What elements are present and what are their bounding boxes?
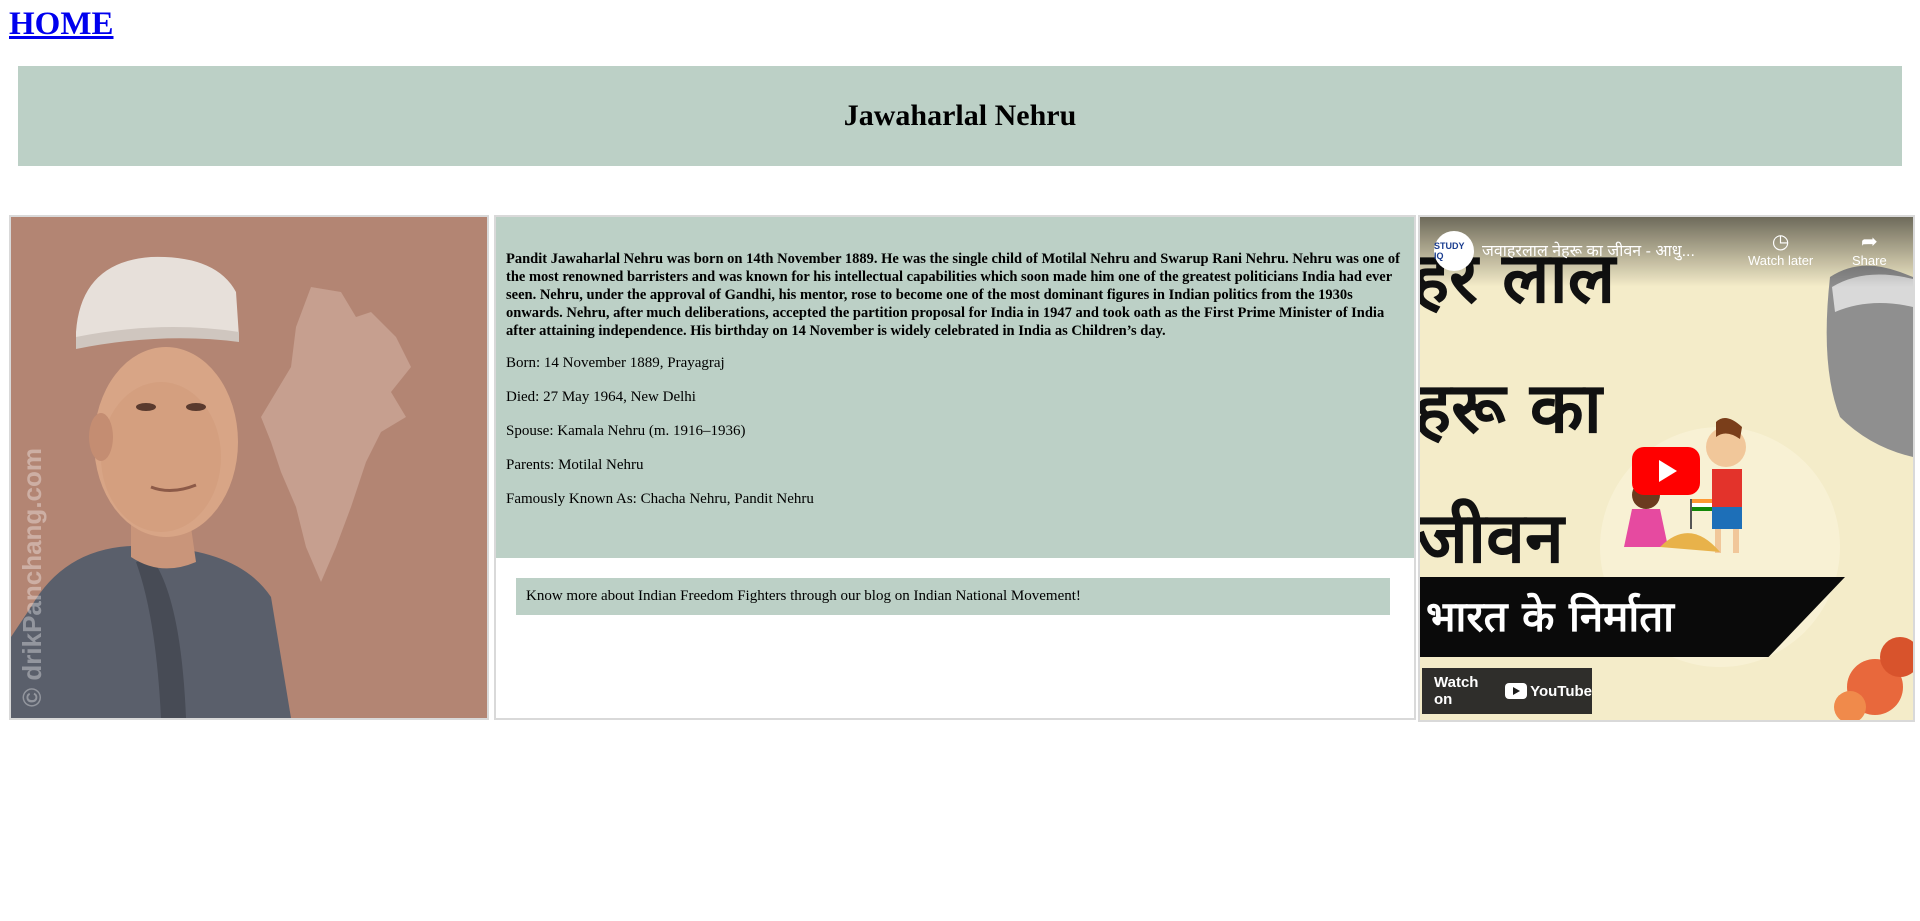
blog-link-button[interactable]: Know more about Indian Freedom Fighters … bbox=[516, 578, 1390, 615]
page-title: Jawaharlal Nehru bbox=[843, 99, 1077, 132]
play-button[interactable] bbox=[1632, 447, 1700, 495]
share-arrow-icon: ➦ bbox=[1860, 231, 1878, 253]
facts-list: Born: 14 November 1889, Prayagraj Died: … bbox=[506, 354, 1404, 508]
youtube-logo: YouTube bbox=[1505, 683, 1592, 700]
thumb-line-2: हरू का bbox=[1418, 367, 1602, 449]
content-row: © drikPanchang.com Pandit Jawaharlal Neh… bbox=[9, 215, 1915, 722]
fact-born: Born: 14 November 1889, Prayagraj bbox=[506, 355, 725, 371]
thumb-line-3: जीवन bbox=[1418, 497, 1564, 579]
play-icon bbox=[1659, 460, 1677, 482]
youtube-embed[interactable]: हर लाल हरू का जीवन भारत के निर्माता STUD… bbox=[1418, 215, 1915, 722]
fact-spouse: Spouse: Kamala Nehru (m. 1916–1936) bbox=[506, 423, 746, 439]
clock-icon: ◷ bbox=[1771, 231, 1790, 253]
watch-later-button[interactable]: ◷ Watch later bbox=[1748, 231, 1813, 268]
thumb-strip-text: भारत के निर्माता bbox=[1426, 592, 1675, 641]
channel-logo[interactable]: STUDY IQ bbox=[1434, 231, 1474, 271]
youtube-label: YouTube bbox=[1530, 682, 1592, 700]
nehru-portrait-image: © drikPanchang.com bbox=[9, 215, 489, 720]
home-link[interactable]: HOME bbox=[9, 6, 114, 43]
title-banner: Jawaharlal Nehru bbox=[18, 66, 1902, 166]
watch-on-label: Watch on bbox=[1434, 674, 1479, 708]
bio-paragraph: Pandit Jawaharlal Nehru was born on 14th… bbox=[506, 251, 1400, 339]
fact-known-as: Famously Known As: Chacha Nehru, Pandit … bbox=[506, 491, 814, 507]
portrait-illustration bbox=[11, 217, 487, 718]
watch-on-youtube-button[interactable]: Watch on YouTube bbox=[1422, 668, 1592, 714]
watch-later-label: Watch later bbox=[1748, 253, 1814, 268]
info-details: Pandit Jawaharlal Nehru was born on 14th… bbox=[496, 217, 1414, 558]
video-title[interactable]: जवाहरलाल नेहरू का जीवन - आधु... bbox=[1482, 239, 1695, 261]
youtube-play-icon bbox=[1505, 683, 1528, 699]
fact-parents: Parents: Motilal Nehru bbox=[506, 457, 644, 473]
photo-watermark: © drikPanchang.com bbox=[17, 448, 47, 707]
share-label: Share bbox=[1852, 253, 1887, 268]
info-panel: Pandit Jawaharlal Nehru was born on 14th… bbox=[494, 215, 1416, 720]
fact-died: Died: 27 May 1964, New Delhi bbox=[506, 389, 696, 405]
share-button[interactable]: ➦ Share bbox=[1852, 231, 1887, 268]
